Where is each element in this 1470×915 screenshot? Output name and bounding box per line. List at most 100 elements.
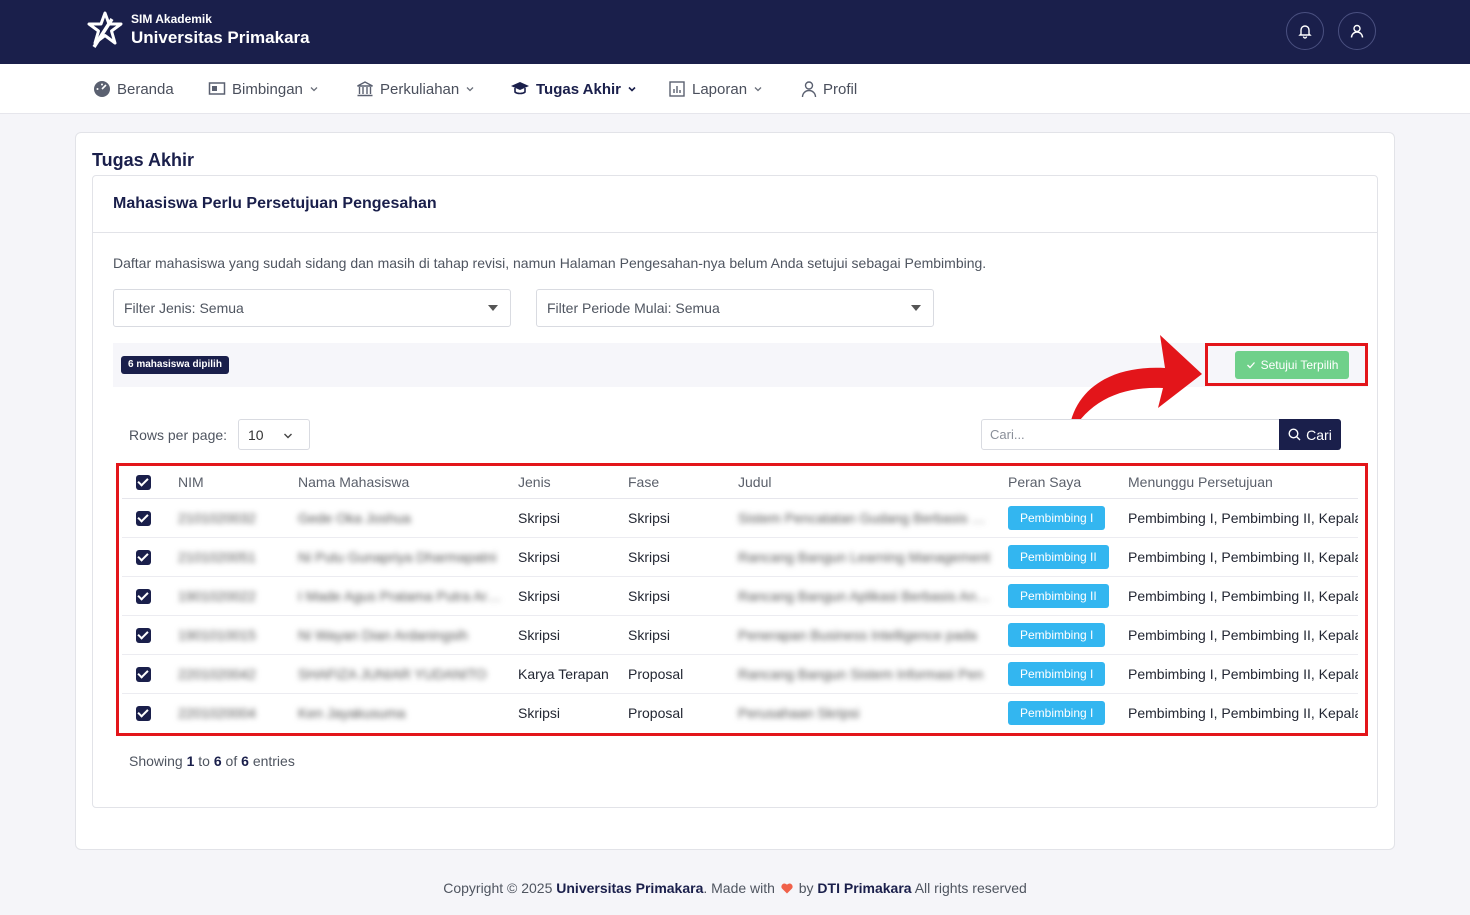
pagination-prefix: Showing [129,753,183,769]
nama-cell: SHAFIZA JUNIAR YUDANITO [298,666,487,683]
nim-cell: 1901020022 [178,588,256,605]
nama-cell: Ni Wayan Dian Ardaningsih [298,627,468,644]
footer-made-with: . Made with [703,880,775,896]
table-row[interactable]: 2101020051 Ni Putu Gunapriya Dharmapatni S… [122,537,1358,577]
pagination-total: 6 [241,753,249,769]
column-header-peran[interactable]: Peran Saya [996,466,1116,499]
fase-cell: Skripsi [616,537,726,577]
role-badge: Pembimbing I [1008,661,1106,686]
dashboard-icon [94,81,110,97]
footer-rights: All rights reserved [914,880,1027,896]
pagination-to-word: to [198,753,210,769]
search-button[interactable]: Cari [1279,419,1341,450]
menunggu-cell: Pembimbing I, Pembimbing II, Kepala [1116,498,1358,538]
row-checkbox[interactable] [136,666,151,682]
table-row[interactable]: 2201020042 SHAFIZA JUNIAR YUDANITO Karya T… [122,654,1358,694]
row-checkbox[interactable] [136,705,151,721]
nim-cell: 2201020004 [178,705,256,722]
filter-periode-value: Filter Periode Mulai: Semua [547,300,720,316]
nav-label: Profil [823,80,858,98]
nav-beranda[interactable]: Beranda [93,64,174,114]
chevron-down-icon [466,87,474,92]
row-checkbox[interactable] [136,510,151,526]
pagination-info: Showing 1 to 6 of 6 entries [129,753,295,769]
table-row[interactable]: 2201020004 Ken Jayakusuma Skripsi Proposal P… [122,693,1358,732]
footer-team: DTI Primakara [817,880,912,896]
approve-selected-button[interactable]: Setujui Terpilih [1235,351,1349,379]
fase-cell: Proposal [616,693,726,732]
nav-label: Perkuliahan [380,80,460,98]
fase-cell: Skripsi [616,498,726,538]
role-badge: Pembimbing I [1008,622,1106,647]
jenis-cell: Skripsi [506,693,616,732]
filter-periode-select[interactable]: Filter Periode Mulai: Semua [536,289,934,327]
column-header-judul[interactable]: Judul [726,466,996,499]
column-header-nim[interactable]: NIM [166,466,286,499]
menunggu-cell: Pembimbing I, Pembimbing II, Kepala [1116,576,1358,616]
jenis-cell: Skripsi [506,537,616,577]
notification-button[interactable] [1286,12,1324,50]
caret-down-icon [911,305,921,311]
column-header-nama[interactable]: Nama Mahasiswa [286,466,506,499]
chevron-down-icon [754,87,762,92]
user-icon [801,81,817,98]
table-row[interactable]: 2101020032 Gede Oka Joshua Skripsi Skripsi S… [122,498,1358,538]
heart-icon [781,883,793,894]
brand-name: Universitas Primakara [131,28,310,47]
caret-down-icon [488,305,498,311]
nama-cell: Ken Jayakusuma [298,705,406,722]
top-bar: SIM Akademik Universitas Primakara [0,0,1470,64]
role-badge: Pembimbing I [1008,505,1106,530]
column-header-fase[interactable]: Fase [616,466,726,499]
search-button-label: Cari [1306,426,1332,443]
nav-bimbingan[interactable]: Bimbingan [208,64,319,114]
rows-per-page-select[interactable]: 10 [238,419,310,450]
nav-tugas-akhir[interactable]: Tugas Akhir [510,64,637,114]
filter-jenis-value: Filter Jenis: Semua [124,300,244,316]
jenis-cell: Skripsi [506,615,616,655]
judul-cell: Rancang Bangun Learning Management [738,549,991,566]
select-all-checkbox[interactable] [136,475,151,491]
brand-subtitle: SIM Akademik [131,12,212,26]
pagination-to: 6 [213,753,222,769]
building-icon [357,81,373,97]
judul-cell: Rancang Bangun Aplikasi Berbasis Android [738,588,993,605]
jenis-cell: Skripsi [506,576,616,616]
panel-header: Mahasiswa Perlu Persetujuan Pengesahan [93,176,1377,233]
row-checkbox[interactable] [136,549,151,565]
rows-per-page-label: Rows per page: [129,427,228,443]
nama-cell: Ni Putu Gunapriya Dharmapatni [298,549,497,566]
chevron-down-icon [310,87,318,92]
menunggu-cell: Pembimbing I, Pembimbing II, Kepala [1116,693,1358,732]
fase-cell: Proposal [616,654,726,694]
column-header-menunggu[interactable]: Menunggu Persetujuan [1116,466,1358,499]
jenis-cell: Skripsi [506,498,616,538]
approve-label: Setujui Terpilih [1260,358,1339,372]
row-checkbox[interactable] [136,588,151,604]
nama-cell: Gede Oka Joshua [298,510,411,527]
table-row[interactable]: 1901020022 I Made Agus Pratama Putra Arna… [122,576,1358,616]
nav-perkuliahan[interactable]: Perkuliahan [356,64,475,114]
university-logo-icon [87,11,123,48]
judul-cell: Rancang Bangun Sistem Informasi Pen [738,666,984,683]
row-checkbox[interactable] [136,627,151,643]
profile-button[interactable] [1338,12,1376,50]
menunggu-cell: Pembimbing I, Pembimbing II, Kepala [1116,654,1358,694]
nama-cell: I Made Agus Pratama Putra Arnata [298,588,506,605]
search-input[interactable] [981,419,1280,450]
table-row[interactable]: 1901010015 Ni Wayan Dian Ardaningsih Skrip… [122,615,1358,655]
page-title: Tugas Akhir [92,150,195,170]
column-header-jenis[interactable]: Jenis [506,466,616,499]
user-icon [1350,24,1364,38]
nav-profil[interactable]: Profil [801,64,857,114]
nav-laporan[interactable]: Laporan [668,64,763,114]
filter-jenis-select[interactable]: Filter Jenis: Semua [113,289,511,327]
footer-org: Universitas Primakara [556,880,704,896]
role-badge: Pembimbing I [1008,700,1106,725]
presentation-icon [208,82,226,95]
panel-description: Daftar mahasiswa yang sudah sidang dan m… [113,255,987,271]
pagination-of-word: of [225,753,238,769]
table-header-row: NIM Nama Mahasiswa Jenis Fase Judul Pera… [122,466,1358,499]
judul-cell: Sistem Pencatatan Gudang Berbasis Web [738,510,993,527]
main-nav: Beranda Bimbingan Perkuliahan Tugas Akhi… [0,64,1470,114]
